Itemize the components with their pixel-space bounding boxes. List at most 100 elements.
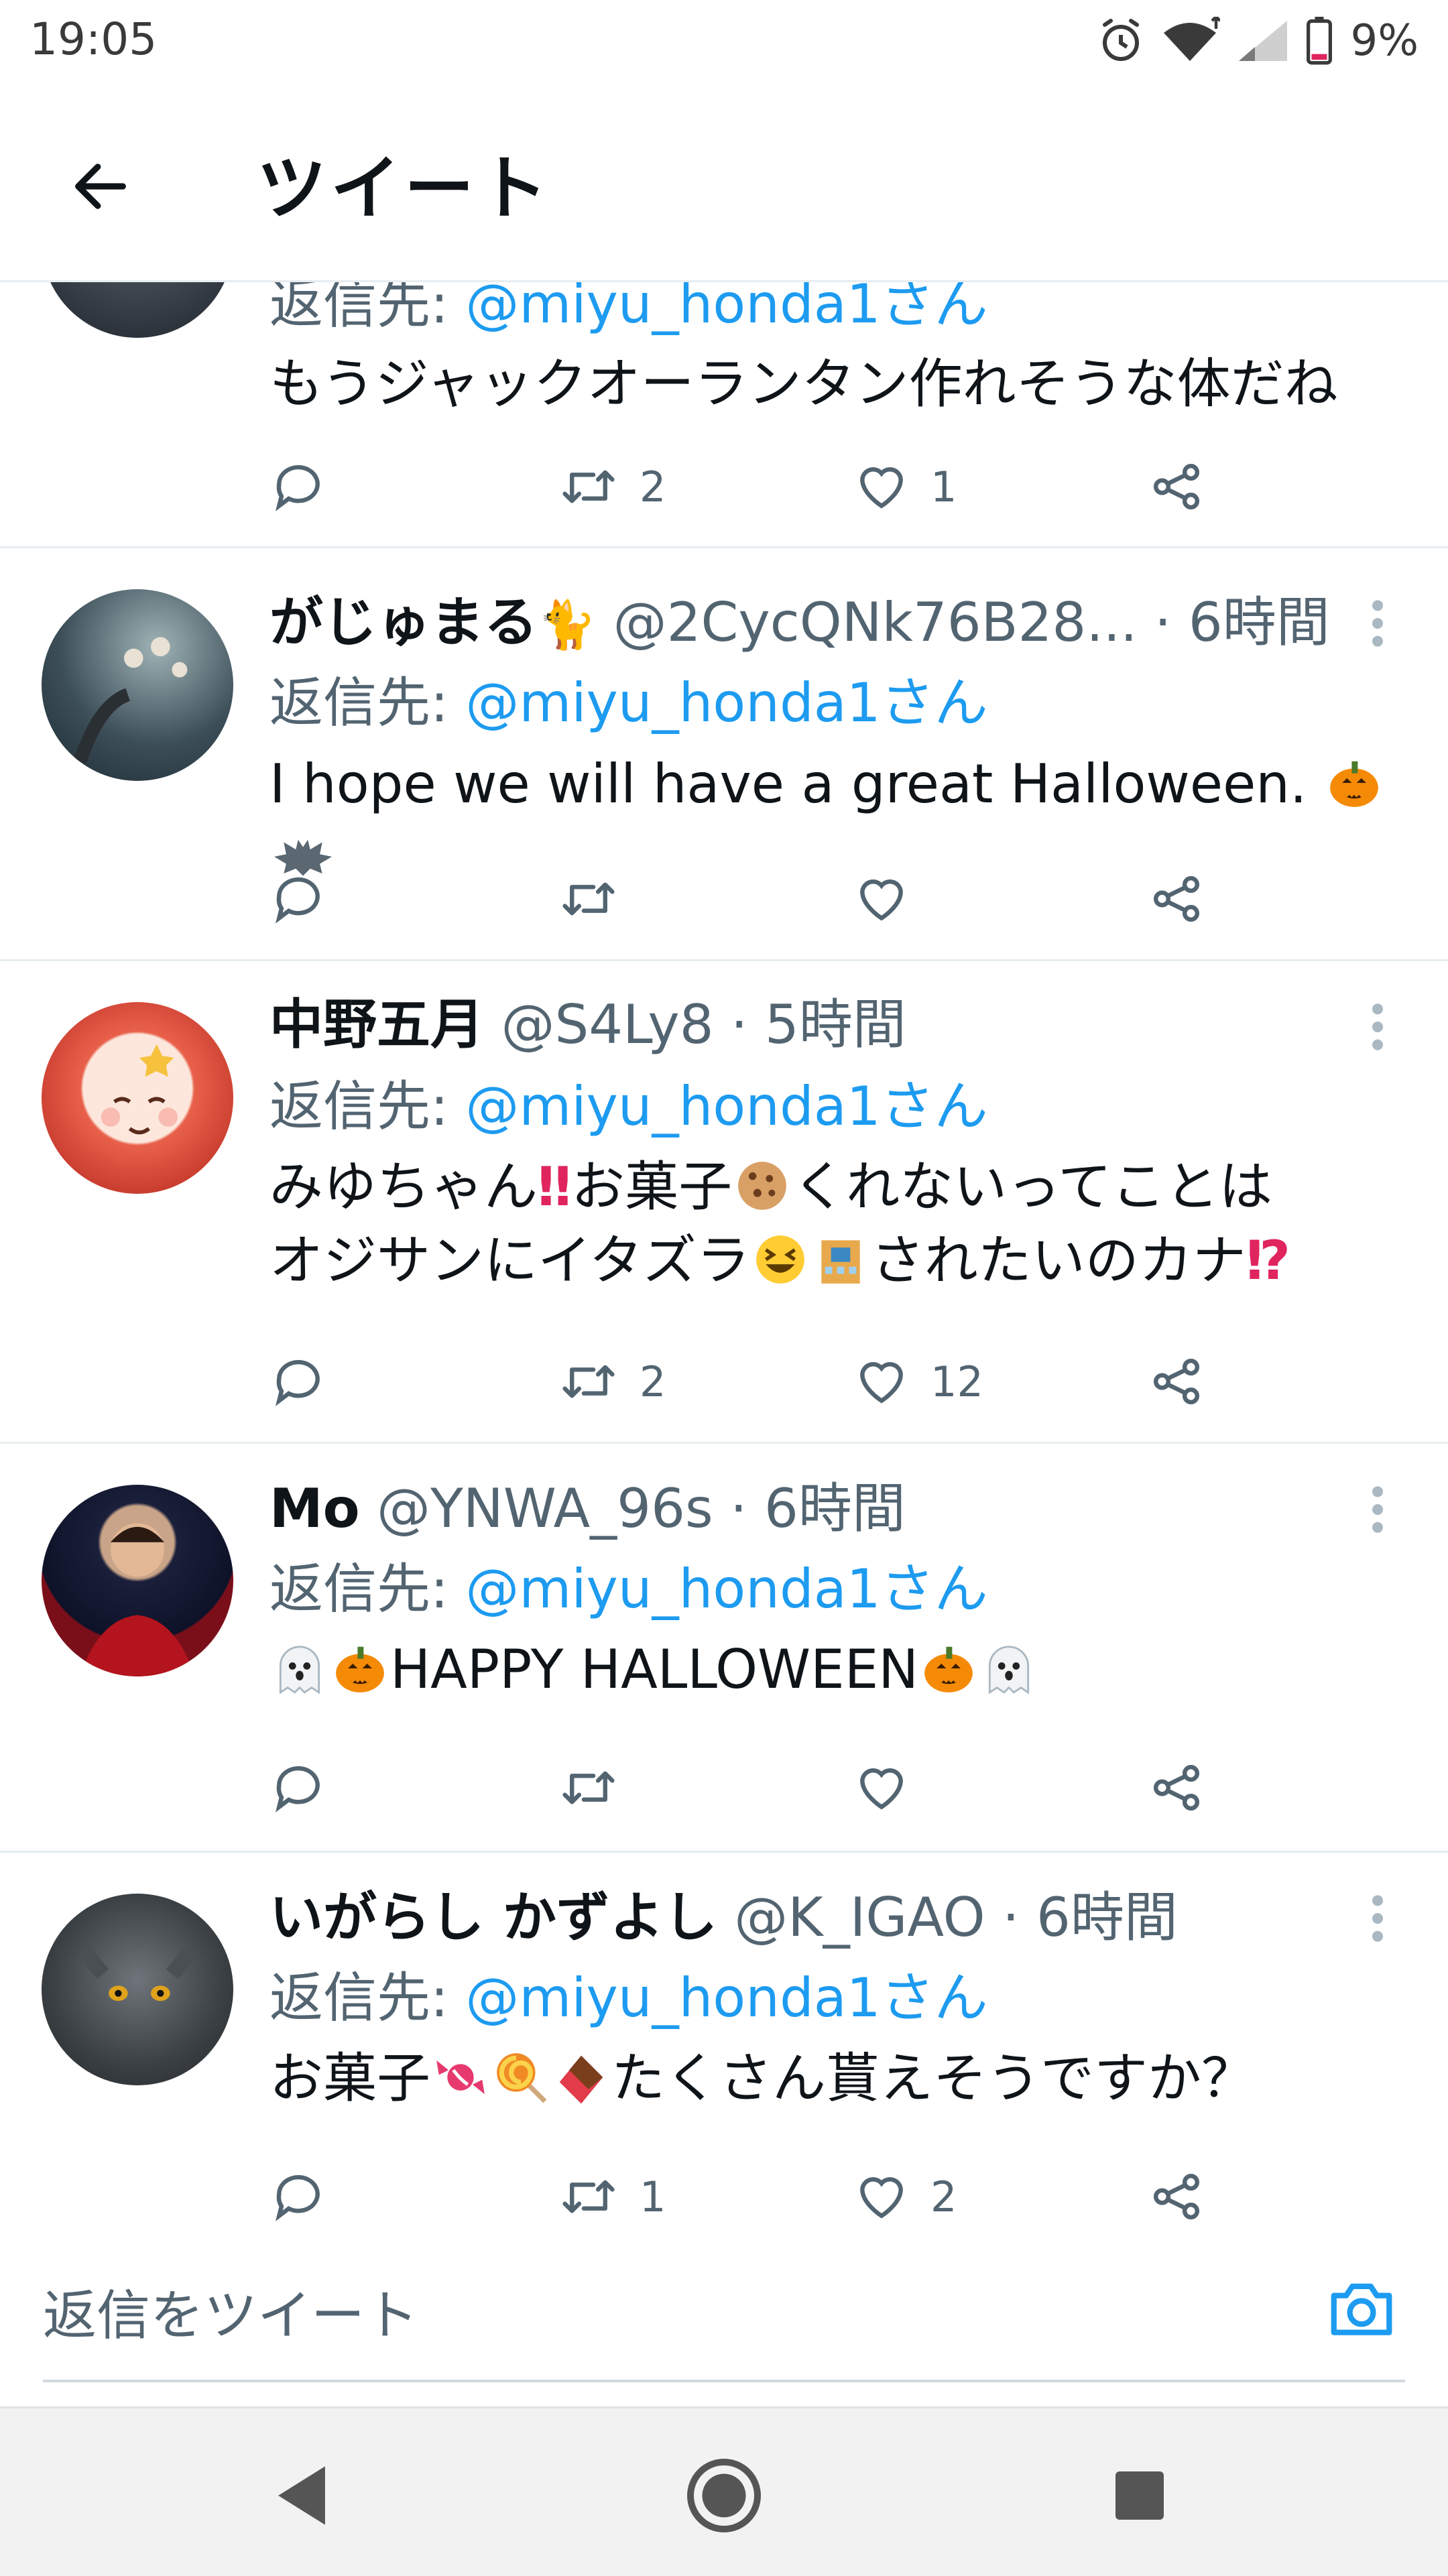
share-button[interactable] [1148,859,1205,939]
author-name[interactable]: 中野五月 [269,993,484,1056]
share-button[interactable] [1148,1341,1205,1422]
pumpkin-emoji [331,1640,389,1697]
tweet-text-content: HAPPY HALLOWEEN [390,1638,919,1701]
reply-to-line: 返信先: @miyu_honda1さん [269,670,988,737]
avatar[interactable] [42,1894,233,2085]
retweet-count: 2 [640,1357,666,1406]
author-handle[interactable]: @2CycQNk76B28... [613,591,1138,654]
reply-input[interactable]: 返信をツイート [43,2239,1405,2382]
arrow-left-icon [67,153,134,220]
tweet-actions [269,859,1275,939]
nav-home-button[interactable] [674,2445,774,2546]
candy-emoji [432,2048,489,2106]
reply-button[interactable] [269,2156,327,2228]
reply-to-mention[interactable]: @miyu_honda1さん [465,672,987,734]
author-handle[interactable]: @YNWA_96s [377,1477,713,1540]
share-icon [1148,870,1205,928]
share-icon [1148,458,1205,515]
exclamation-question-emoji: ⁉ [1246,1229,1291,1292]
reply-button[interactable] [269,859,327,939]
retweet-button[interactable] [558,1747,640,1828]
double-exclamation-emoji: ‼ [538,1156,572,1218]
avatar[interactable] [42,1002,233,1194]
like-count: 12 [930,1357,983,1406]
share-icon [1148,2168,1205,2225]
tweet-actions: 1 2 [269,2156,1275,2228]
reply-button[interactable] [269,1341,327,1422]
reply-feed[interactable]: 返信先: @miyu_honda1さん もうジャックオーランタン作れそうな体だね… [0,280,1448,2228]
reply-to-label: 返信先: [269,280,448,335]
tweet[interactable]: 返信先: @miyu_honda1さん もうジャックオーランタン作れそうな体だね… [0,280,1448,548]
author-name[interactable]: いがらし かずよし [269,1886,717,1949]
more-button[interactable] [1354,587,1401,660]
heart-icon [853,870,910,928]
share-button[interactable] [1148,1747,1205,1828]
tweet[interactable]: がじゅまる🐈 @2CycQNk76B28... · 6時間 返信先: @miyu… [0,546,1448,961]
nav-recents-button[interactable] [1089,2445,1190,2546]
retweet-icon [558,1759,619,1817]
more-button[interactable] [1354,990,1401,1064]
author-name[interactable]: がじゅまる [269,591,538,654]
tweet-actions: 2 1 [269,446,1275,527]
reply-to-mention[interactable]: @miyu_honda1さん [465,1967,987,2029]
reply-bubble-icon [269,1353,327,1410]
avatar[interactable] [42,589,233,781]
reply-button[interactable] [269,446,327,527]
reply-to-mention[interactable]: @miyu_honda1さん [465,1075,987,1138]
share-button[interactable] [1148,446,1205,527]
tweet[interactable]: Mo @YNWA_96s · 6時間 返信先: @miyu_honda1さん H… [0,1442,1448,1853]
share-icon [1148,1759,1205,1817]
nav-back-button[interactable] [251,2445,352,2546]
signal-icon [1235,17,1291,65]
more-button[interactable] [1354,1473,1401,1546]
battery-percent: 9% [1350,16,1419,66]
retweet-button[interactable] [558,859,640,939]
reply-to-line: 返信先: @miyu_honda1さん [269,1073,988,1140]
back-button[interactable] [60,146,141,227]
like-button[interactable]: 2 [853,2156,957,2228]
chocolate-emoji [552,2048,610,2106]
text-segment: されたいのカナ [870,1229,1246,1292]
reply-to-mention[interactable]: @miyu_honda1さん [465,280,987,335]
like-button[interactable]: 1 [853,446,957,527]
laughing-face-emoji [751,1231,809,1288]
avatar[interactable] [42,1485,233,1676]
tweet[interactable]: いがらし かずよし @K_IGAO · 6時間 返信先: @miyu_honda… [0,1851,1448,2228]
author-handle[interactable]: @K_IGAO [734,1886,985,1949]
camera-button[interactable] [1318,2264,1405,2351]
cookie-emoji [733,1157,791,1215]
reply-button[interactable] [269,1747,327,1828]
tweet-text-content: I hope we will have a great Halloween. [269,753,1307,815]
avatar[interactable] [42,280,233,338]
like-button[interactable] [853,1747,930,1828]
retweet-button[interactable]: 2 [558,1341,666,1422]
retweet-button[interactable]: 2 [558,446,666,527]
back-triangle-icon [272,2463,332,2528]
text-segment: お菓子 [269,2047,430,2109]
reply-to-mention[interactable]: @miyu_honda1さん [465,1558,987,1620]
tweet-text: HAPPY HALLOWEEN [269,1633,1409,1707]
retweet-icon [558,870,619,928]
tweet[interactable]: 中野五月 @S4Ly8 · 5時間 返信先: @miyu_honda1さん みゆ… [0,959,1448,1444]
like-button[interactable] [853,859,930,939]
author-handle[interactable]: @S4Ly8 [501,993,713,1056]
share-button[interactable] [1148,2156,1205,2228]
reply-composer: 返信をツイート [0,2228,1448,2406]
heart-icon [853,2168,910,2225]
more-button[interactable] [1354,1882,1401,1955]
retweet-icon [558,458,619,515]
reply-to-label: 返信先: [269,672,448,734]
author-name[interactable]: Mo [269,1477,360,1540]
retweet-button[interactable]: 1 [558,2156,666,2228]
hotel-emoji [812,1231,869,1288]
like-count: 1 [930,462,957,511]
like-button[interactable]: 12 [853,1341,983,1422]
ghost-emoji [980,1640,1038,1697]
ghost-emoji [271,1640,328,1697]
status-bar: 19:05 9% [0,0,1448,87]
home-circle-icon [684,2455,764,2536]
tweet-text: もうジャックオーランタン作れそうな体だね [269,353,1338,415]
reply-bubble-icon [269,1759,327,1817]
tweet-header: 中野五月 @S4Ly8 · 5時間 [269,991,906,1058]
reply-to-label: 返信先: [269,1967,448,2029]
